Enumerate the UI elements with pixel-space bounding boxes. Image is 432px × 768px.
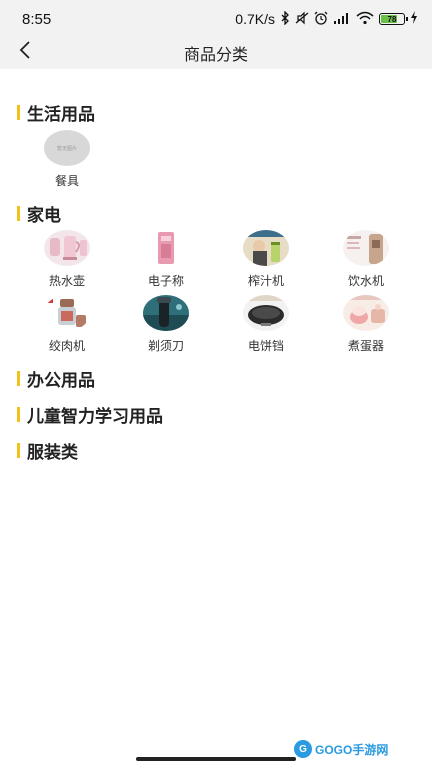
egg-cooker-image bbox=[343, 295, 389, 331]
section-accent-bar bbox=[17, 443, 20, 458]
battery-level: 78 bbox=[387, 14, 397, 24]
watermark-icon: G bbox=[294, 740, 312, 758]
item-label: 电子称 bbox=[147, 274, 184, 288]
kettle-image bbox=[44, 230, 90, 266]
charging-icon bbox=[410, 11, 418, 27]
category-item-grinder[interactable]: 绞肉机 bbox=[27, 295, 107, 354]
griddle-image bbox=[243, 295, 289, 331]
item-label: 榨汁机 bbox=[247, 274, 284, 288]
category-item-kettle[interactable]: 热水壶 bbox=[27, 230, 107, 289]
alarm-icon bbox=[314, 11, 328, 28]
status-bar: 8:55 0.7K/s 78 bbox=[0, 0, 432, 36]
status-time: 8:55 bbox=[22, 11, 52, 28]
section-title-text: 办公用品 bbox=[27, 371, 95, 391]
category-item-tableware[interactable]: 暂无图片 餐具 bbox=[27, 130, 107, 189]
scale-image bbox=[143, 230, 189, 266]
section-title-text: 家电 bbox=[27, 206, 61, 226]
section-title-text: 服装类 bbox=[27, 443, 78, 463]
page-title: 商品分类 bbox=[183, 45, 248, 64]
status-icons: 0.7K/s 78 bbox=[235, 9, 418, 29]
item-label: 热水壶 bbox=[48, 274, 85, 288]
category-item-egg-cooker[interactable]: 煮蛋器 bbox=[326, 295, 406, 354]
section-title-daily-goods[interactable]: 生活用品 bbox=[17, 100, 95, 125]
section-accent-bar bbox=[17, 105, 20, 120]
section-title-clothing[interactable]: 服装类 bbox=[17, 438, 78, 463]
section-title-text: 生活用品 bbox=[27, 105, 95, 125]
shaver-image bbox=[143, 295, 189, 331]
watermark-text: GOGO手游网 bbox=[315, 742, 389, 757]
network-speed: 0.7K/s bbox=[235, 11, 275, 27]
nav-bar: 商品分类 bbox=[0, 36, 432, 69]
watermark-logo: G GOGO手游网 bbox=[294, 739, 388, 759]
wifi-icon bbox=[356, 11, 374, 28]
section-accent-bar bbox=[17, 371, 20, 386]
category-item-dispenser[interactable]: 饮水机 bbox=[326, 230, 406, 289]
home-indicator[interactable] bbox=[136, 757, 296, 761]
dispenser-image bbox=[343, 230, 389, 266]
section-title-appliances[interactable]: 家电 bbox=[17, 201, 61, 226]
placeholder-text: 暂无图片 bbox=[56, 145, 77, 152]
item-label: 餐具 bbox=[54, 174, 79, 188]
item-label: 电饼铛 bbox=[247, 339, 284, 353]
mute-icon bbox=[295, 11, 309, 28]
item-placeholder-image: 暂无图片 bbox=[44, 130, 90, 166]
category-item-shaver[interactable]: 剃须刀 bbox=[126, 295, 206, 354]
item-label: 剃须刀 bbox=[147, 339, 184, 353]
bluetooth-icon bbox=[280, 9, 290, 28]
item-label: 绞肉机 bbox=[48, 339, 85, 353]
section-accent-bar bbox=[17, 206, 20, 221]
item-label: 煮蛋器 bbox=[347, 339, 384, 353]
section-title-text: 儿童智力学习用品 bbox=[27, 407, 163, 427]
grinder-image bbox=[44, 295, 90, 331]
section-title-kids-learning[interactable]: 儿童智力学习用品 bbox=[17, 402, 163, 427]
category-item-scale[interactable]: 电子称 bbox=[126, 230, 206, 289]
signal-icon bbox=[333, 11, 351, 28]
category-item-griddle[interactable]: 电饼铛 bbox=[226, 295, 306, 354]
battery-icon: 78 bbox=[379, 13, 408, 25]
category-item-juicer[interactable]: 榨汁机 bbox=[226, 230, 306, 289]
section-accent-bar bbox=[17, 407, 20, 422]
section-title-office-supplies[interactable]: 办公用品 bbox=[17, 366, 95, 391]
item-label: 饮水机 bbox=[347, 274, 384, 288]
juicer-image bbox=[243, 230, 289, 266]
